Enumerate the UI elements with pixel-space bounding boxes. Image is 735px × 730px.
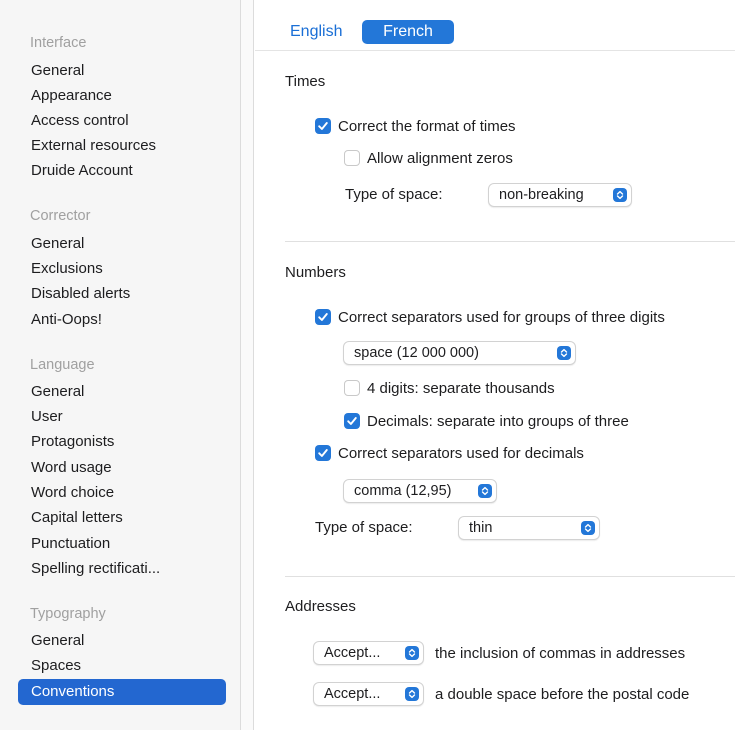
sidebar-heading-interface: Interface <box>30 35 87 51</box>
sidebar-item-appearance[interactable]: Appearance <box>18 83 226 109</box>
sidebar-item-spelling-rectification[interactable]: Spelling rectificati... <box>18 556 226 582</box>
section-title-numbers: Numbers <box>285 264 346 281</box>
sidebar-item-access-control[interactable]: Access control <box>18 108 226 134</box>
times-space-popup[interactable]: non-breaking <box>488 183 632 207</box>
numbers-space-label: Type of space: <box>315 519 413 536</box>
popup-value: thin <box>469 520 493 536</box>
sidebar-item-exclusions[interactable]: Exclusions <box>18 256 226 282</box>
popup-value: non-breaking <box>499 187 584 203</box>
four-digits-checkbox[interactable]: 4 digits: separate thousands <box>344 377 555 399</box>
sidebar-item-capital-letters[interactable]: Capital letters <box>18 505 226 531</box>
popup-value: space (12 000 000) <box>354 345 479 361</box>
popup-value: Accept... <box>324 645 381 661</box>
checkbox-empty <box>344 150 360 166</box>
times-space-label: Type of space: <box>345 186 443 203</box>
sidebar-heading-typography: Typography <box>30 606 106 622</box>
sidebar-item-protagonists[interactable]: Protagonists <box>18 429 226 455</box>
commas-description: the inclusion of commas in addresses <box>435 645 686 662</box>
sidebar-item-spaces[interactable]: Spaces <box>18 653 226 679</box>
section-divider <box>285 241 735 242</box>
sidebar-item-disabled-alerts[interactable]: Disabled alerts <box>18 281 226 307</box>
checkbox-label: Correct separators used for decimals <box>338 444 584 462</box>
sidebar-item-language-general[interactable]: General <box>18 379 226 405</box>
checkbox-label: Allow alignment zeros <box>367 149 513 167</box>
popup-value: Accept... <box>324 686 381 702</box>
section-divider <box>285 576 735 577</box>
numbers-space-popup[interactable]: thin <box>458 516 600 540</box>
checkbox-label: 4 digits: separate thousands <box>367 379 555 397</box>
sidebar-item-anti-oops[interactable]: Anti-Oops! <box>18 307 226 333</box>
double-space-accept-popup[interactable]: Accept... <box>313 682 424 706</box>
tab-french[interactable]: French <box>362 20 454 44</box>
sidebar-item-conventions[interactable]: Conventions <box>18 679 226 705</box>
allow-alignment-zeros-checkbox[interactable]: Allow alignment zeros <box>344 147 513 169</box>
correct-format-times-checkbox[interactable]: Correct the format of times <box>315 115 516 137</box>
group-separator-popup[interactable]: space (12 000 000) <box>343 341 576 365</box>
up-down-chevron-icon <box>405 687 419 701</box>
checkbox-label: Correct separators used for groups of th… <box>338 308 665 326</box>
correct-decimal-separators-checkbox[interactable]: Correct separators used for decimals <box>315 442 584 464</box>
decimals-groups-checkbox[interactable]: Decimals: separate into groups of three <box>344 410 629 432</box>
sidebar-item-user[interactable]: User <box>18 404 226 430</box>
sidebar-item-corrector-general[interactable]: General <box>18 231 226 257</box>
double-space-description: a double space before the postal code <box>435 686 690 703</box>
tabs-divider <box>255 50 735 51</box>
sidebar-item-typography-general[interactable]: General <box>18 628 226 654</box>
checkbox-empty <box>344 380 360 396</box>
popup-value: comma (12,95) <box>354 483 452 499</box>
section-title-addresses: Addresses <box>285 598 356 615</box>
sidebar-heading-language: Language <box>30 357 95 373</box>
sidebar-item-druide-account[interactable]: Druide Account <box>18 158 226 184</box>
sidebar-divider[interactable] <box>240 0 254 730</box>
decimal-separator-popup[interactable]: comma (12,95) <box>343 479 497 503</box>
up-down-chevron-icon <box>581 521 595 535</box>
up-down-chevron-icon <box>613 188 627 202</box>
sidebar: Interface General Appearance Access cont… <box>0 0 240 730</box>
checkmark-icon <box>344 413 360 429</box>
tab-english[interactable]: English <box>290 20 342 44</box>
sidebar-item-word-choice[interactable]: Word choice <box>18 480 226 506</box>
checkbox-label: Decimals: separate into groups of three <box>367 412 629 430</box>
sidebar-heading-corrector: Corrector <box>30 208 91 224</box>
sidebar-item-external-resources[interactable]: External resources <box>18 133 226 159</box>
up-down-chevron-icon <box>557 346 571 360</box>
commas-accept-popup[interactable]: Accept... <box>313 641 424 665</box>
checkbox-label: Correct the format of times <box>338 117 516 135</box>
section-title-times: Times <box>285 73 326 90</box>
up-down-chevron-icon <box>478 484 492 498</box>
checkmark-icon <box>315 309 331 325</box>
checkmark-icon <box>315 118 331 134</box>
checkmark-icon <box>315 445 331 461</box>
sidebar-item-punctuation[interactable]: Punctuation <box>18 531 226 557</box>
sidebar-item-word-usage[interactable]: Word usage <box>18 455 226 481</box>
up-down-chevron-icon <box>405 646 419 660</box>
correct-group-separators-checkbox[interactable]: Correct separators used for groups of th… <box>315 306 665 328</box>
sidebar-item-interface-general[interactable]: General <box>18 58 226 84</box>
